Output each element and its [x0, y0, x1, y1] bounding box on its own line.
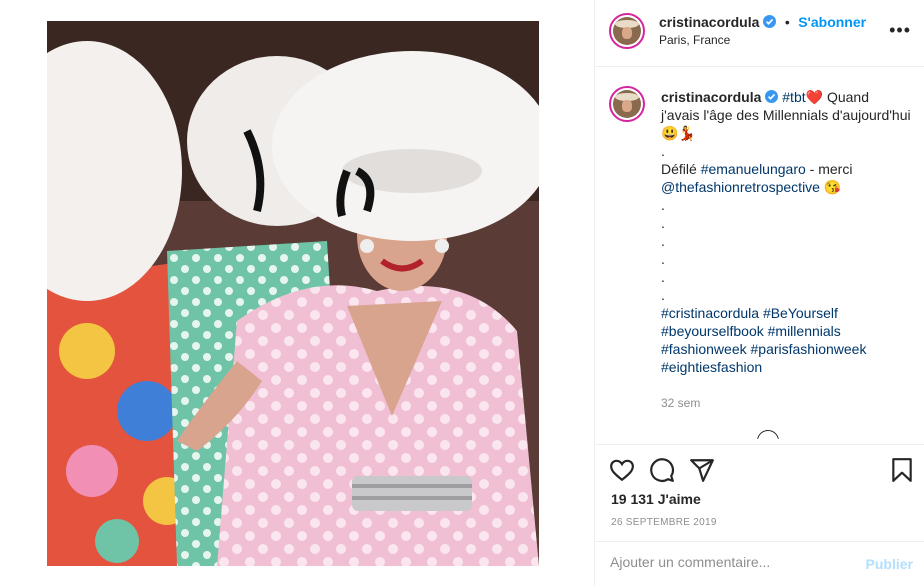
verified-badge-icon — [765, 90, 779, 103]
header-separator: • — [784, 14, 790, 30]
post-image[interactable] — [47, 21, 539, 566]
caption-dot: . — [661, 287, 665, 303]
hashtag-link[interactable]: #tbt — [782, 89, 805, 105]
caption-avatar[interactable] — [609, 86, 645, 122]
kiss-emoji: 😘 — [819, 179, 842, 195]
defile-prefix: Défilé — [661, 161, 701, 177]
caption-text: cristinacordula #tbt❤️ Quand j'avais l'â… — [661, 88, 911, 412]
header-user-line: cristinacordula • S'abonner — [659, 14, 866, 32]
share-icon[interactable] — [689, 457, 715, 483]
verified-badge-icon — [763, 15, 777, 28]
caption-timestamp[interactable]: 32 sem — [661, 394, 911, 412]
likes-label: J'aime — [657, 491, 701, 507]
post-header: cristinacordula • S'abonner Paris, Franc… — [595, 0, 924, 67]
heart-emoji: ❤️ — [805, 89, 824, 105]
likes-number: 19 131 — [611, 491, 654, 507]
post-actions: 19 131 J'aime 26 SEPTEMBRE 2019 Publier — [595, 444, 924, 587]
caption-dot: . — [661, 269, 665, 285]
hashtags-line[interactable]: #beyourselfbook #millennials — [661, 322, 911, 340]
caption-username[interactable]: cristinacordula — [661, 89, 761, 105]
hashtags-line[interactable]: #cristinacordula #BeYourself — [661, 304, 911, 322]
likes-count[interactable]: 19 131 J'aime — [611, 491, 701, 507]
caption-dot: . — [661, 215, 665, 231]
comment-bar: Publier — [595, 541, 924, 588]
author-avatar[interactable] — [609, 13, 645, 49]
hashtags-line[interactable]: #eightiesfashion — [661, 358, 911, 376]
header-username[interactable]: cristinacordula — [659, 14, 759, 30]
caption-dot: . — [661, 197, 665, 213]
mention-link[interactable]: @thefashionretrospective — [661, 179, 820, 195]
caption-dot: . — [661, 143, 665, 159]
post-location[interactable]: Paris, France — [659, 33, 730, 47]
comment-icon[interactable] — [649, 457, 675, 483]
defile-suffix: - merci — [805, 161, 853, 177]
heart-icon[interactable] — [609, 457, 635, 483]
post-date[interactable]: 26 SEPTEMBRE 2019 — [611, 517, 717, 528]
post-photo-illustration — [47, 21, 539, 566]
follow-button[interactable]: S'abonner — [798, 14, 866, 30]
publish-button[interactable]: Publier — [866, 556, 913, 572]
more-options-icon[interactable]: ••• — [889, 20, 911, 41]
bookmark-icon[interactable] — [889, 457, 915, 483]
hashtag-link[interactable]: #emanuelungaro — [701, 161, 806, 177]
caption-dot: . — [661, 251, 665, 267]
caption-dot: . — [661, 233, 665, 249]
hashtags-line[interactable]: #fashionweek #parisfashionweek — [661, 340, 911, 358]
post-sidebar: cristinacordula • S'abonner Paris, Franc… — [594, 0, 924, 587]
comment-input[interactable] — [610, 554, 850, 570]
